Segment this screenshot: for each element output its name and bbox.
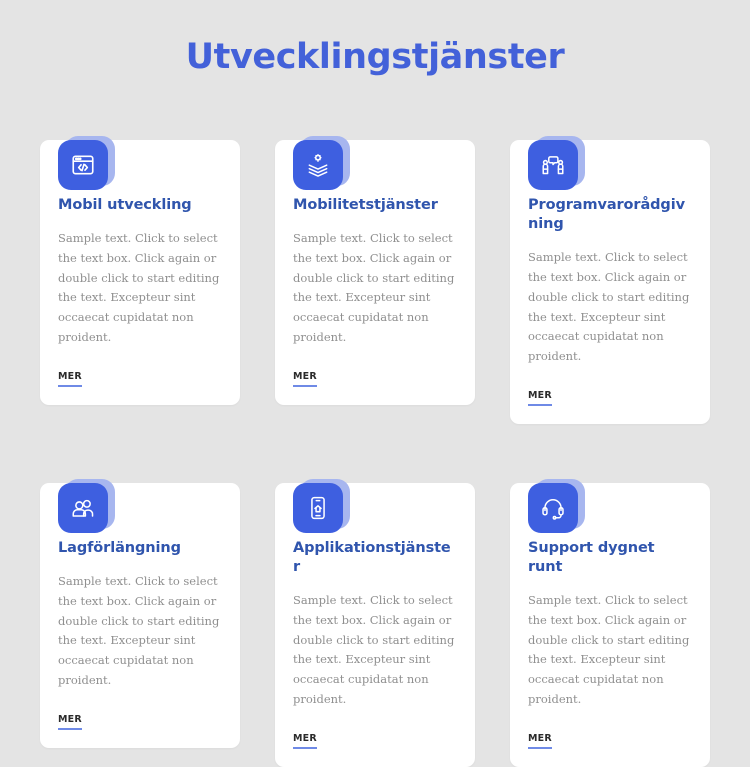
- card-title: Mobilitetstjänster: [293, 197, 438, 213]
- service-card-6[interactable]: Support dygnet runt Sample text. Click t…: [510, 461, 710, 767]
- service-card-5[interactable]: Applikationstjänster Sample text. Click …: [275, 461, 475, 767]
- card-body[interactable]: Applikationstjänster Sample text. Click …: [275, 478, 475, 767]
- more-link[interactable]: MER: [528, 733, 552, 749]
- service-card-1[interactable]: Mobil utveckling Sample text. Click to s…: [40, 118, 240, 424]
- card-icon-badge: [58, 478, 115, 533]
- page-title: Utvecklingstjänster: [185, 37, 565, 77]
- card-icon-badge: [528, 478, 585, 533]
- services-page: Utvecklingstjänster Mobil utveckling Sam…: [0, 0, 750, 767]
- card-body[interactable]: Mobilitetstjänster Sample text. Click to…: [275, 136, 475, 405]
- card-title: Mobil utveckling: [58, 197, 192, 213]
- card-body[interactable]: Mobil utveckling Sample text. Click to s…: [40, 136, 240, 405]
- card-icon-badge: [58, 136, 115, 190]
- card-title: Programvarorådgivning: [528, 197, 685, 233]
- people-consulting-icon: [528, 140, 578, 190]
- card-icon-badge: [528, 136, 585, 190]
- service-card-3[interactable]: Programvarorådgivning Sample text. Click…: [510, 118, 710, 424]
- mobile-app-icon: [293, 482, 343, 533]
- card-title: Support dygnet runt: [528, 539, 655, 575]
- card-icon-badge: [293, 478, 350, 533]
- more-link[interactable]: MER: [58, 371, 82, 387]
- card-title: Lagförlängning: [58, 539, 181, 556]
- code-window-icon: [58, 140, 108, 190]
- card-title: Applikationstjänster: [293, 539, 451, 575]
- card-body[interactable]: Lagförlängning Sample text. Click to sel…: [40, 478, 240, 748]
- more-link[interactable]: MER: [293, 371, 317, 387]
- layers-gear-icon: [293, 140, 343, 190]
- card-description: Sample text. Click to select the text bo…: [528, 593, 690, 706]
- headset-icon: [528, 482, 578, 533]
- more-link[interactable]: MER: [528, 390, 552, 406]
- card-body[interactable]: Programvarorådgivning Sample text. Click…: [510, 136, 710, 424]
- more-link[interactable]: MER: [293, 733, 317, 749]
- more-link[interactable]: MER: [58, 714, 82, 730]
- card-description: Sample text. Click to select the text bo…: [293, 593, 455, 706]
- card-description: Sample text. Click to select the text bo…: [58, 231, 220, 344]
- card-description: Sample text. Click to select the text bo…: [58, 573, 220, 687]
- services-grid: Mobil utveckling Sample text. Click to s…: [40, 118, 710, 767]
- service-card-4[interactable]: Lagförlängning Sample text. Click to sel…: [40, 461, 240, 767]
- card-description: Sample text. Click to select the text bo…: [528, 250, 690, 364]
- card-body[interactable]: Support dygnet runt Sample text. Click t…: [510, 478, 710, 767]
- user-group-icon: [58, 482, 108, 533]
- service-card-2[interactable]: Mobilitetstjänster Sample text. Click to…: [275, 118, 475, 424]
- card-icon-badge: [293, 136, 350, 190]
- card-description: Sample text. Click to select the text bo…: [293, 231, 455, 344]
